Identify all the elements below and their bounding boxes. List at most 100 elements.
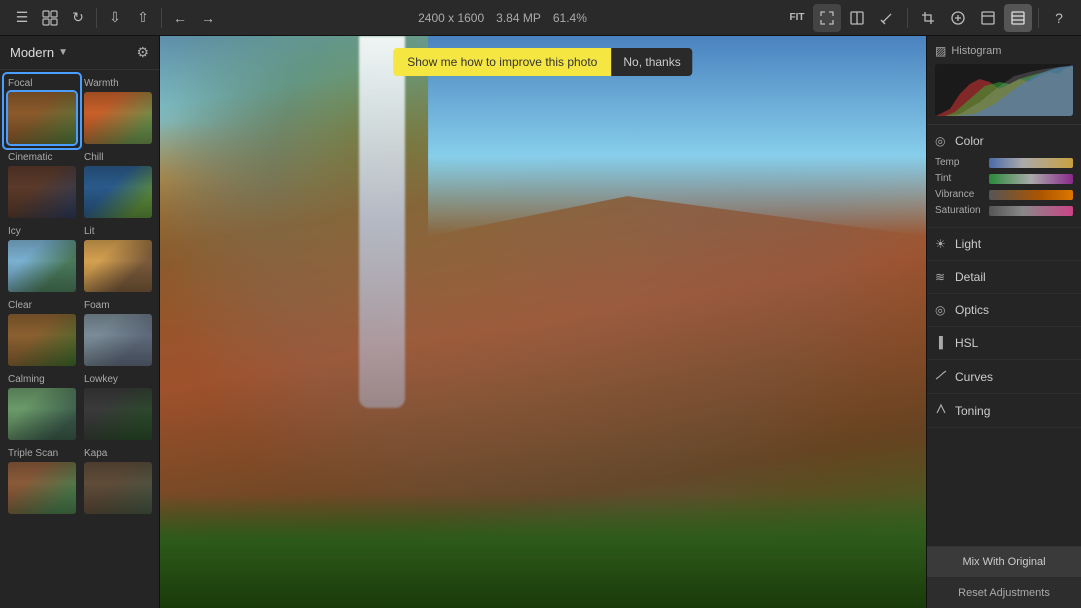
preset-thumb-foam bbox=[84, 314, 152, 366]
preset-label-warmth: Warmth bbox=[84, 78, 152, 89]
vibrance-slider[interactable] bbox=[989, 190, 1073, 200]
preset-item-lit[interactable]: Lit bbox=[80, 222, 156, 296]
preset-label-kapa: Kapa bbox=[84, 448, 152, 459]
preset-grid: Focal Warmth Cinematic Chill Icy LitClear Foam… bbox=[0, 70, 159, 522]
preset-thumb-kapa bbox=[84, 462, 152, 514]
preset-label-foam: Foam bbox=[84, 300, 152, 311]
preset-category[interactable]: Modern ▼ bbox=[10, 45, 68, 60]
menu-icon[interactable]: ☰ bbox=[8, 4, 36, 32]
color-header[interactable]: ◎ Color bbox=[935, 131, 1073, 151]
histogram-section: ▨ Histogram bbox=[927, 36, 1081, 125]
history-icon[interactable]: ↻ bbox=[64, 4, 92, 32]
preset-item-foam[interactable]: Foam bbox=[80, 296, 156, 370]
toning-header[interactable]: Toning bbox=[935, 400, 1073, 421]
notification-bar: Show me how to improve this photo No, th… bbox=[393, 48, 692, 76]
adjust-icon[interactable] bbox=[1004, 4, 1032, 32]
preset-thumb-icy bbox=[8, 240, 76, 292]
preset-item-warmth[interactable]: Warmth bbox=[80, 74, 156, 148]
help-icon[interactable]: ? bbox=[1045, 4, 1073, 32]
tint-slider-row: Tint bbox=[935, 173, 1073, 184]
reset-adjustments-button[interactable]: Reset Adjustments bbox=[927, 578, 1081, 608]
image-zoom: 61.4% bbox=[553, 11, 587, 25]
browse-icon[interactable] bbox=[36, 4, 64, 32]
compare-icon[interactable] bbox=[843, 4, 871, 32]
layout-icon[interactable] bbox=[974, 4, 1002, 32]
light-label: Light bbox=[955, 237, 981, 251]
preset-item-clear[interactable]: Clear bbox=[4, 296, 80, 370]
saturation-label: Saturation bbox=[935, 205, 985, 216]
color-label: Color bbox=[955, 134, 984, 148]
preset-label-triple-scan: Triple Scan bbox=[8, 448, 76, 459]
optics-icon: ◎ bbox=[935, 303, 949, 317]
fit-button[interactable]: FIT bbox=[783, 4, 811, 32]
separator bbox=[161, 8, 162, 28]
preset-header: Modern ▼ ⚙ bbox=[0, 36, 159, 70]
optics-header[interactable]: ◎ Optics bbox=[935, 300, 1073, 320]
curves-label: Curves bbox=[955, 370, 993, 384]
temp-slider-row: Temp bbox=[935, 157, 1073, 168]
image-dimensions: 2400 x 1600 bbox=[418, 11, 484, 25]
preset-thumb-clear bbox=[8, 314, 76, 366]
histogram-icon: ▨ bbox=[935, 44, 946, 58]
import-icon[interactable]: ⇩ bbox=[101, 4, 129, 32]
hsl-header[interactable]: ▐ HSL bbox=[935, 333, 1073, 353]
vibrance-slider-row: Vibrance bbox=[935, 189, 1073, 200]
detail-label: Detail bbox=[955, 270, 986, 284]
photo-viewport: Show me how to improve this photo No, th… bbox=[160, 36, 926, 608]
adjustments-panel: ▨ Histogram ◎ Color bbox=[926, 36, 1081, 608]
mix-with-original-button[interactable]: Mix With Original bbox=[927, 547, 1081, 578]
export-icon[interactable]: ⇧ bbox=[129, 4, 157, 32]
tint-slider[interactable] bbox=[989, 174, 1073, 184]
color-sliders: Temp Tint Vibrance Saturation bbox=[935, 157, 1073, 216]
preset-thumb-warmth bbox=[84, 92, 152, 144]
preset-label-lowkey: Lowkey bbox=[84, 374, 152, 385]
preset-thumb-lowkey bbox=[84, 388, 152, 440]
notification-message: Show me how to improve this photo bbox=[393, 48, 611, 76]
preset-item-focal[interactable]: Focal bbox=[4, 74, 80, 148]
preset-item-triple-scan[interactable]: Triple Scan bbox=[4, 444, 80, 518]
crop-icon[interactable] bbox=[914, 4, 942, 32]
toolbar-right: FIT bbox=[783, 4, 1073, 32]
preset-item-lowkey[interactable]: Lowkey bbox=[80, 370, 156, 444]
optics-section: ◎ Optics bbox=[927, 294, 1081, 327]
separator bbox=[907, 8, 908, 28]
trees-overlay bbox=[160, 494, 926, 608]
tools-icon[interactable] bbox=[873, 4, 901, 32]
detail-header[interactable]: ≋ Detail bbox=[935, 267, 1073, 287]
chevron-down-icon: ▼ bbox=[58, 47, 68, 58]
hsl-icon: ▐ bbox=[935, 337, 949, 349]
undo-icon[interactable]: ← bbox=[166, 4, 194, 32]
light-header[interactable]: ☀ Light bbox=[935, 234, 1073, 254]
saturation-slider[interactable] bbox=[989, 206, 1073, 216]
toning-label: Toning bbox=[955, 404, 990, 418]
tint-label: Tint bbox=[935, 173, 985, 184]
histogram-label: ▨ Histogram bbox=[935, 44, 1073, 58]
fullscreen-icon[interactable] bbox=[813, 4, 841, 32]
preset-label-icy: Icy bbox=[8, 226, 76, 237]
preset-item-kapa[interactable]: Kapa bbox=[80, 444, 156, 518]
preset-label-chill: Chill bbox=[84, 152, 152, 163]
image-megapixels: 3.84 MP bbox=[496, 11, 541, 25]
preset-item-calming[interactable]: Calming bbox=[4, 370, 80, 444]
curves-header[interactable]: Curves bbox=[935, 366, 1073, 387]
image-info: 2400 x 1600 3.84 MP 61.4% bbox=[222, 11, 783, 25]
toning-icon bbox=[935, 403, 949, 418]
preset-thumb-calming bbox=[8, 388, 76, 440]
preset-label-cinematic: Cinematic bbox=[8, 152, 76, 163]
redo-icon[interactable]: → bbox=[194, 4, 222, 32]
preset-settings-icon[interactable]: ⚙ bbox=[136, 44, 149, 61]
heal-icon[interactable] bbox=[944, 4, 972, 32]
waterfall bbox=[359, 36, 405, 408]
preset-item-chill[interactable]: Chill bbox=[80, 148, 156, 222]
curves-icon bbox=[935, 369, 949, 384]
histogram-chart bbox=[935, 64, 1073, 116]
notification-dismiss[interactable]: No, thanks bbox=[611, 48, 692, 76]
preset-item-cinematic[interactable]: Cinematic bbox=[4, 148, 80, 222]
temp-slider[interactable] bbox=[989, 158, 1073, 168]
temp-label: Temp bbox=[935, 157, 985, 168]
preset-item-icy[interactable]: Icy bbox=[4, 222, 80, 296]
optics-label: Optics bbox=[955, 303, 989, 317]
preset-label-focal: Focal bbox=[8, 78, 76, 89]
detail-icon: ≋ bbox=[935, 270, 949, 284]
separator bbox=[1038, 8, 1039, 28]
